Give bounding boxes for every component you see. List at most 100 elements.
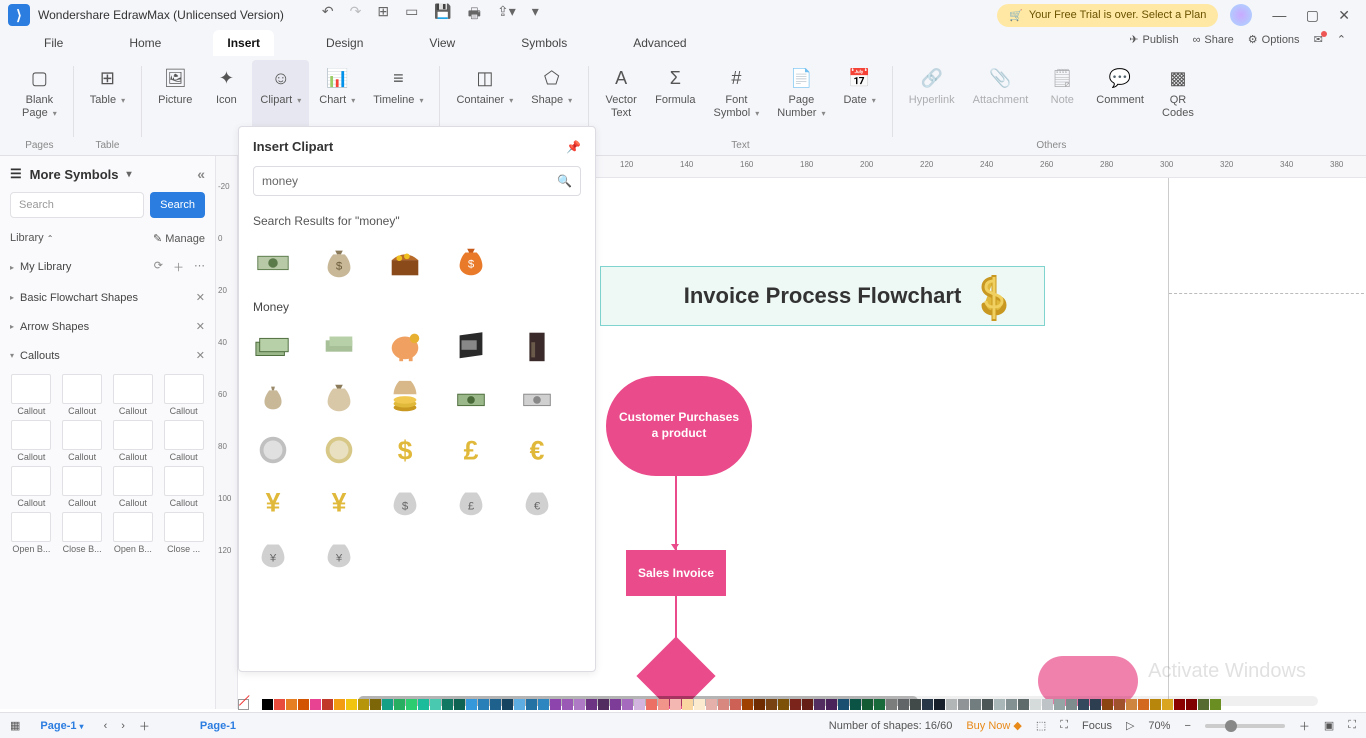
flowchart-start-node[interactable]: Customer Purchases a product xyxy=(606,376,752,476)
callout-shape-item[interactable]: Callout xyxy=(160,420,207,462)
color-swatch[interactable] xyxy=(490,699,501,710)
color-swatch[interactable] xyxy=(430,699,441,710)
color-swatch[interactable] xyxy=(742,699,753,710)
color-swatch[interactable] xyxy=(1162,699,1173,710)
callout-shape-item[interactable]: Callout xyxy=(160,374,207,416)
color-swatch[interactable] xyxy=(1174,699,1185,710)
sidebar-cat-callouts[interactable]: ▾Callouts✕ xyxy=(0,341,215,370)
ribbon-vector-text-button[interactable]: AVectorText xyxy=(597,60,645,138)
fit-page-icon[interactable]: ▣ xyxy=(1324,719,1334,732)
color-swatch[interactable] xyxy=(394,699,405,710)
color-swatch[interactable] xyxy=(862,699,873,710)
color-swatch[interactable] xyxy=(994,699,1005,710)
color-swatch[interactable] xyxy=(682,699,693,710)
callout-shape-item[interactable]: Callout xyxy=(110,466,157,508)
color-swatch[interactable] xyxy=(610,699,621,710)
color-swatch[interactable] xyxy=(370,699,381,710)
callout-shape-item[interactable]: Callout xyxy=(8,374,55,416)
clipart-item[interactable] xyxy=(385,378,425,418)
tab-view[interactable]: View xyxy=(415,30,469,56)
color-swatch[interactable] xyxy=(886,699,897,710)
clipart-moneybag-icon[interactable]: $ xyxy=(319,242,359,282)
color-swatch[interactable] xyxy=(550,699,561,710)
color-swatch[interactable] xyxy=(466,699,477,710)
close-button[interactable]: ✕ xyxy=(1330,7,1358,23)
presentation-icon[interactable]: ▷ xyxy=(1126,719,1134,732)
clipart-cash-icon[interactable] xyxy=(253,242,293,282)
color-swatch[interactable] xyxy=(778,699,789,710)
clipart-item[interactable]: $ xyxy=(385,430,425,470)
color-swatch[interactable] xyxy=(322,699,333,710)
tab-design[interactable]: Design xyxy=(312,30,377,56)
callout-shape-item[interactable]: Callout xyxy=(59,374,106,416)
callout-shape-item[interactable]: Callout xyxy=(8,420,55,462)
user-avatar[interactable] xyxy=(1230,4,1252,26)
color-swatch[interactable] xyxy=(982,699,993,710)
color-swatch[interactable] xyxy=(1066,699,1077,710)
clipart-item[interactable] xyxy=(253,378,293,418)
manage-library-button[interactable]: ✎ Manage xyxy=(153,232,205,245)
add-page-icon[interactable]: ＋ xyxy=(139,718,150,734)
color-swatch[interactable] xyxy=(562,699,573,710)
callout-shape-item[interactable]: Callout xyxy=(59,420,106,462)
ribbon-hyperlink-button[interactable]: 🔗Hyperlink xyxy=(901,60,963,138)
color-swatch[interactable] xyxy=(826,699,837,710)
callout-shape-item[interactable]: Callout xyxy=(110,374,157,416)
clipart-item[interactable]: ¥ xyxy=(319,482,359,522)
minimize-button[interactable]: — xyxy=(1264,7,1294,23)
more-qat-icon[interactable]: ▾ xyxy=(532,3,539,27)
tab-symbols[interactable]: Symbols xyxy=(507,30,581,56)
color-swatch[interactable] xyxy=(874,699,885,710)
clipart-moneybag-orange-icon[interactable]: $ xyxy=(451,242,491,282)
color-swatch[interactable] xyxy=(1006,699,1017,710)
fullscreen-icon[interactable]: ⛶ xyxy=(1348,719,1356,732)
undo-icon[interactable]: ↶ xyxy=(322,3,334,27)
sidebar-search-button[interactable]: Search xyxy=(150,192,205,218)
color-swatch[interactable] xyxy=(310,699,321,710)
flowchart-title-box[interactable]: Invoice Process Flowchart xyxy=(600,266,1045,326)
color-swatch[interactable] xyxy=(922,699,933,710)
clipart-item[interactable] xyxy=(253,430,293,470)
sidebar-search-input[interactable]: Search xyxy=(10,192,144,218)
export-icon[interactable]: ⇪▾ xyxy=(497,3,516,27)
publish-button[interactable]: ✈ Publish xyxy=(1129,33,1178,46)
clipart-search-input[interactable]: money 🔍 xyxy=(253,166,581,196)
color-swatch[interactable] xyxy=(406,699,417,710)
callout-shape-item[interactable]: Callout xyxy=(110,420,157,462)
ribbon-font-symbol-button[interactable]: #FontSymbol ▾ xyxy=(705,60,767,138)
callout-shape-item[interactable]: Callout xyxy=(160,466,207,508)
share-button[interactable]: ∞ Share xyxy=(1193,33,1234,46)
open-icon[interactable]: ▭ xyxy=(405,3,418,27)
library-toggle[interactable]: Library ⌃ xyxy=(10,232,53,245)
color-swatch[interactable] xyxy=(970,699,981,710)
color-swatch[interactable] xyxy=(634,699,645,710)
clipart-item[interactable] xyxy=(319,430,359,470)
color-swatch[interactable] xyxy=(1186,699,1197,710)
color-swatch[interactable] xyxy=(358,699,369,710)
search-icon[interactable]: 🔍 xyxy=(557,174,572,188)
ribbon-attachment-button[interactable]: 📎Attachment xyxy=(965,60,1037,138)
clipart-item[interactable] xyxy=(385,326,425,366)
color-swatch[interactable] xyxy=(946,699,957,710)
color-swatch[interactable] xyxy=(1042,699,1053,710)
color-swatch[interactable] xyxy=(598,699,609,710)
color-swatch[interactable] xyxy=(574,699,585,710)
color-swatch[interactable] xyxy=(286,699,297,710)
buy-now-link[interactable]: Buy Now ◆ xyxy=(966,719,1022,732)
ribbon-qr-codes-button[interactable]: ▩QRCodes xyxy=(1154,60,1202,138)
clipart-item[interactable] xyxy=(517,326,557,366)
trial-banner[interactable]: 🛒 Your Free Trial is over. Select a Plan xyxy=(997,4,1218,27)
color-swatch[interactable] xyxy=(646,699,657,710)
clipart-item[interactable]: $ xyxy=(385,482,425,522)
color-swatch[interactable] xyxy=(730,699,741,710)
color-swatch[interactable] xyxy=(586,699,597,710)
color-swatch[interactable] xyxy=(910,699,921,710)
clipart-item[interactable] xyxy=(451,378,491,418)
clipart-item[interactable]: £ xyxy=(451,430,491,470)
color-swatch[interactable] xyxy=(1102,699,1113,710)
ribbon-date-button[interactable]: 📅Date ▾ xyxy=(835,60,883,138)
notification-icon[interactable]: ✉ xyxy=(1314,33,1323,46)
ribbon-note-button[interactable]: 🗒Note xyxy=(1038,60,1086,138)
layers-icon[interactable]: ⬚ xyxy=(1036,719,1046,732)
color-swatch[interactable] xyxy=(1030,699,1041,710)
